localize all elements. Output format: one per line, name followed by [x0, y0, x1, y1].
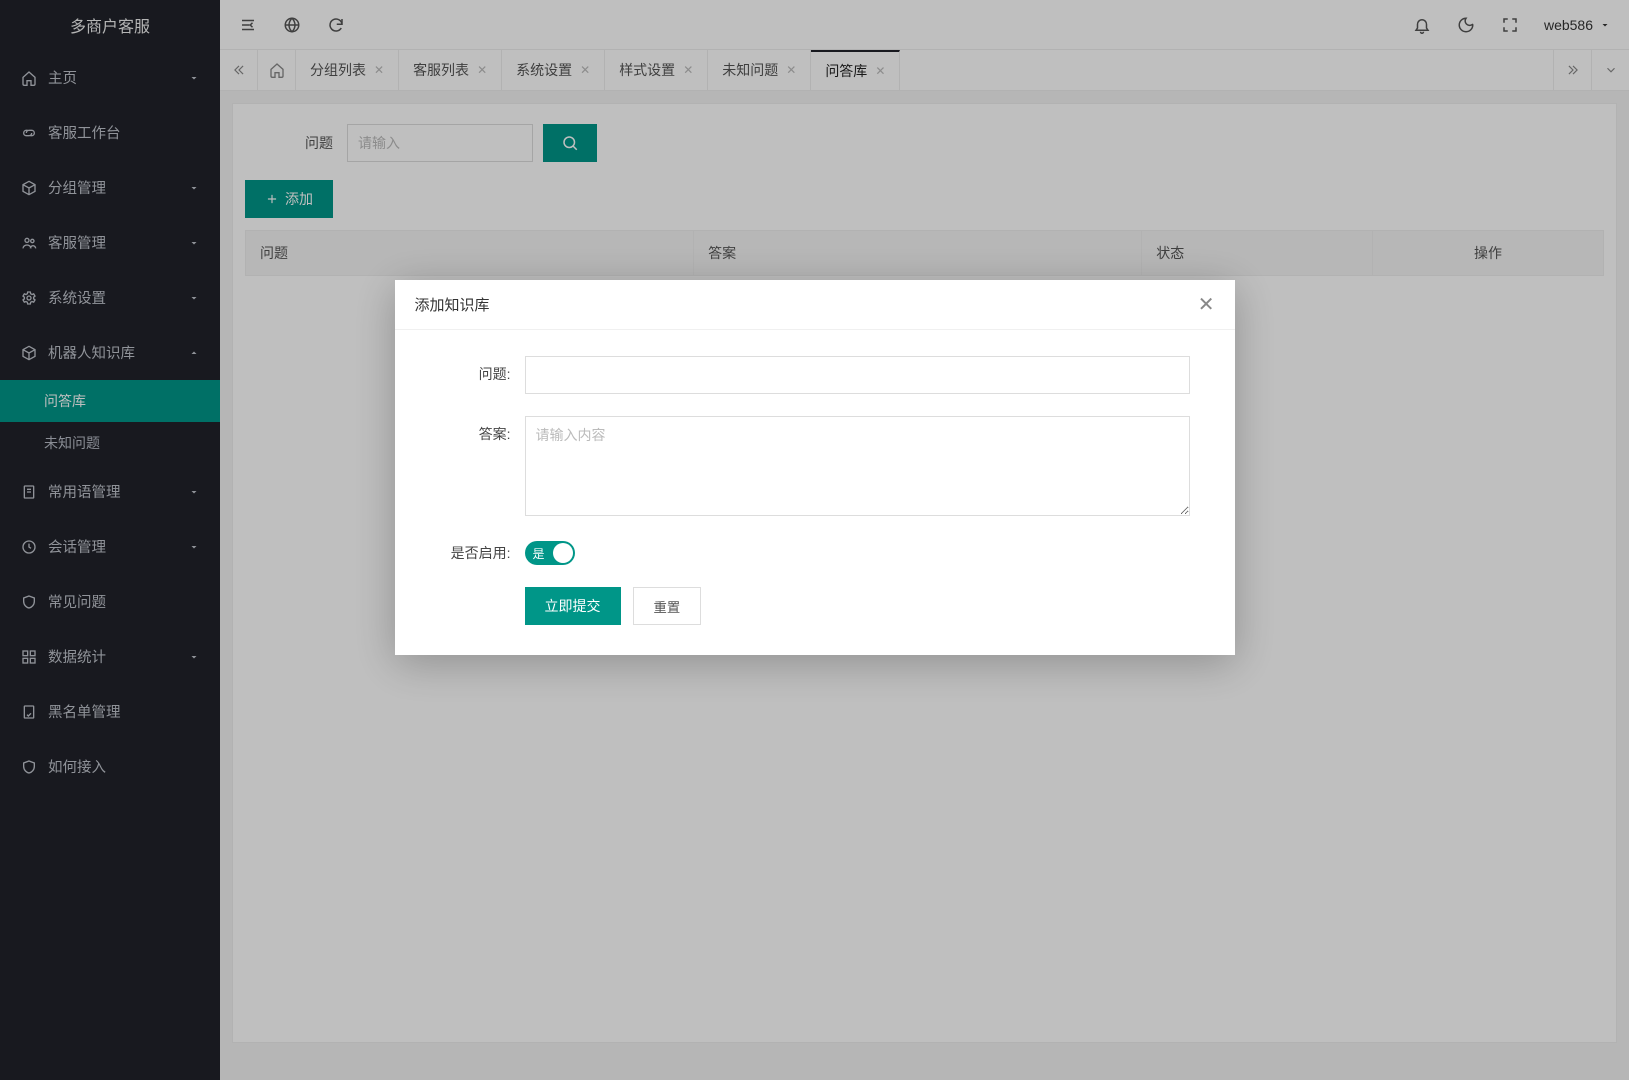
form-row-enable: 是否启用: 是 — [415, 541, 1215, 565]
form-row-answer: 答案: — [415, 416, 1215, 519]
switch-on-text: 是 — [525, 545, 545, 562]
switch-knob — [553, 543, 573, 563]
reset-button[interactable]: 重置 — [633, 587, 702, 625]
enable-label: 是否启用: — [415, 543, 525, 563]
submit-button[interactable]: 立即提交 — [525, 587, 621, 625]
answer-label: 答案: — [415, 416, 525, 444]
modal-header: 添加知识库 ✕ — [395, 280, 1235, 330]
modal-body: 问题: 答案: 是否启用: 是 立即提交 重置 — [395, 330, 1235, 655]
enable-switch[interactable]: 是 — [525, 541, 575, 565]
modal-title: 添加知识库 — [415, 294, 1198, 315]
answer-textarea[interactable] — [525, 416, 1190, 516]
form-actions: 立即提交 重置 — [415, 587, 1215, 625]
add-kb-modal: 添加知识库 ✕ 问题: 答案: 是否启用: 是 立即提交 重置 — [395, 280, 1235, 655]
close-icon[interactable]: ✕ — [1198, 295, 1215, 315]
question-label: 问题: — [415, 356, 525, 384]
question-input[interactable] — [525, 356, 1190, 394]
form-row-question: 问题: — [415, 356, 1215, 394]
